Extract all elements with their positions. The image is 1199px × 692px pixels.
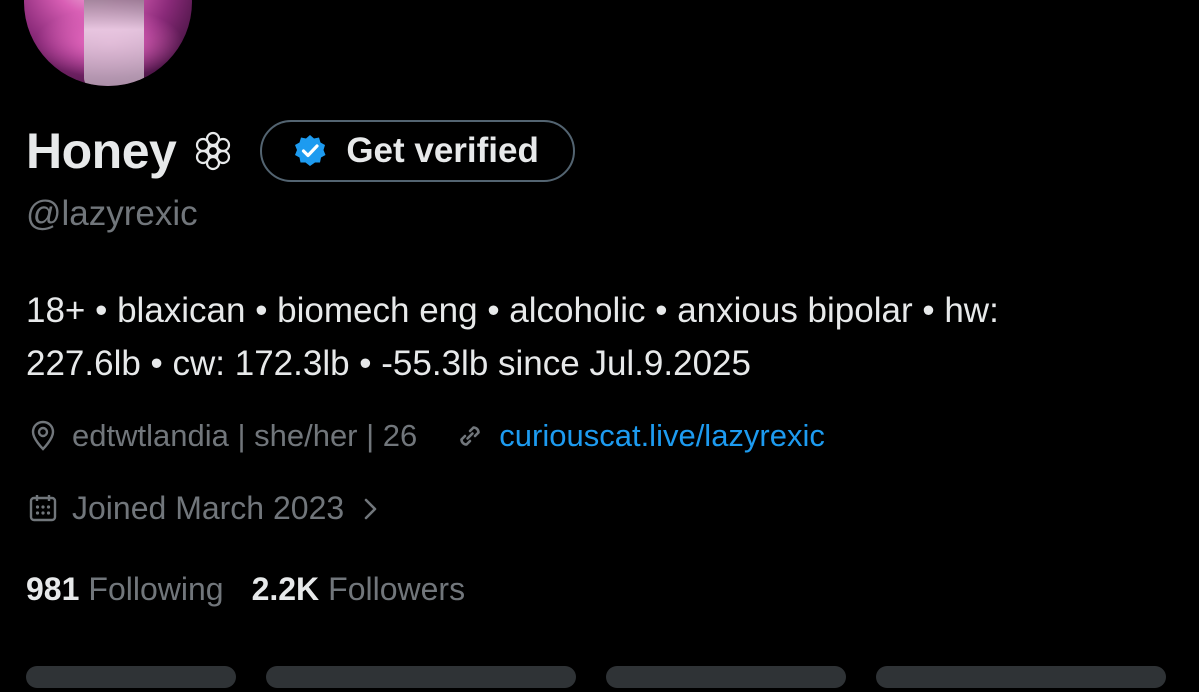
location-pin-icon bbox=[26, 419, 60, 453]
followers-count: 2.2K bbox=[251, 570, 320, 607]
name-row: Honey Get verified bbox=[26, 118, 575, 184]
link-icon bbox=[453, 419, 487, 453]
bio-line-2: 227.6lb • cw: 172.3lb • -55.3lb since Ju… bbox=[26, 344, 751, 383]
calendar-icon bbox=[26, 491, 60, 525]
avatar-figure bbox=[84, 0, 144, 86]
cutoff-content bbox=[26, 652, 1176, 692]
cutoff-text-fragment bbox=[606, 666, 846, 688]
follow-counts-row: 981 Following 2.2K Followers bbox=[26, 566, 465, 612]
get-verified-label: Get verified bbox=[346, 131, 539, 170]
chevron-right-icon bbox=[356, 494, 384, 522]
profile-website[interactable]: curiouscat.live/lazyrexic bbox=[453, 418, 825, 454]
flower-icon bbox=[192, 130, 234, 172]
cutoff-text-fragment bbox=[26, 666, 236, 688]
verified-badge-icon bbox=[292, 133, 328, 169]
following-count: 981 bbox=[26, 570, 80, 607]
profile-handle: @lazyrexic bbox=[26, 194, 198, 233]
display-name: Honey bbox=[26, 123, 177, 179]
following-label: Following bbox=[88, 570, 224, 607]
following-link[interactable]: 981 Following bbox=[26, 571, 224, 608]
cutoff-text-fragment bbox=[266, 666, 576, 688]
profile-location: edtwtlandia | she/her | 26 bbox=[72, 418, 418, 453]
joined-date: Joined March 2023 bbox=[72, 489, 345, 526]
bio-line-1: 18+ • blaxican • biomech eng • alcoholic… bbox=[26, 291, 999, 330]
joined-date-row[interactable]: Joined March 2023 bbox=[26, 484, 384, 532]
followers-link[interactable]: 2.2K Followers bbox=[252, 571, 466, 608]
profile-meta-row: edtwtlandia | she/her | 26 curiouscat.li… bbox=[26, 412, 825, 460]
followers-label: Followers bbox=[328, 570, 466, 607]
website-link[interactable]: curiouscat.live/lazyrexic bbox=[499, 418, 825, 454]
profile-avatar[interactable] bbox=[24, 0, 192, 86]
get-verified-button[interactable]: Get verified bbox=[260, 120, 575, 182]
cutoff-text-fragment bbox=[876, 666, 1166, 688]
profile-bio: 18+ • blaxican • biomech eng • alcoholic… bbox=[26, 284, 1176, 390]
